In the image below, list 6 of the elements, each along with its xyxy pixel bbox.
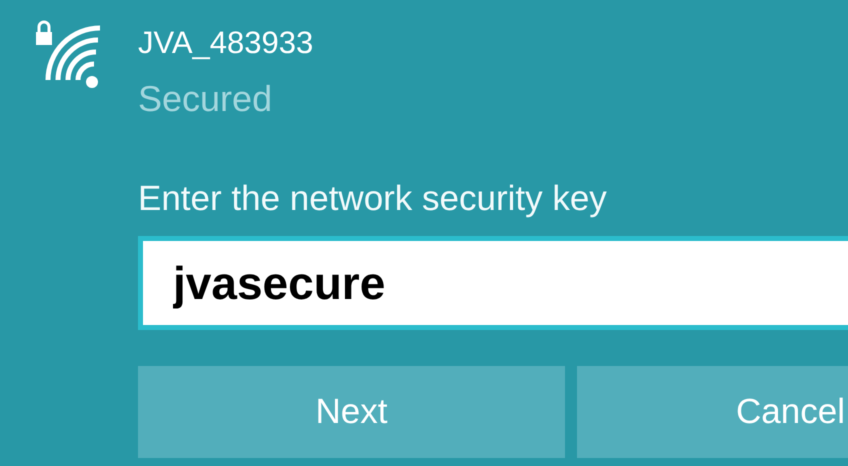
wifi-lock-icon	[36, 20, 102, 90]
next-button[interactable]: Next	[138, 366, 565, 458]
cancel-button[interactable]: Cancel	[577, 366, 848, 458]
network-name: JVA_483933	[138, 24, 314, 62]
field-label: Enter the network security key	[138, 178, 608, 220]
network-status: Secured	[138, 77, 274, 121]
